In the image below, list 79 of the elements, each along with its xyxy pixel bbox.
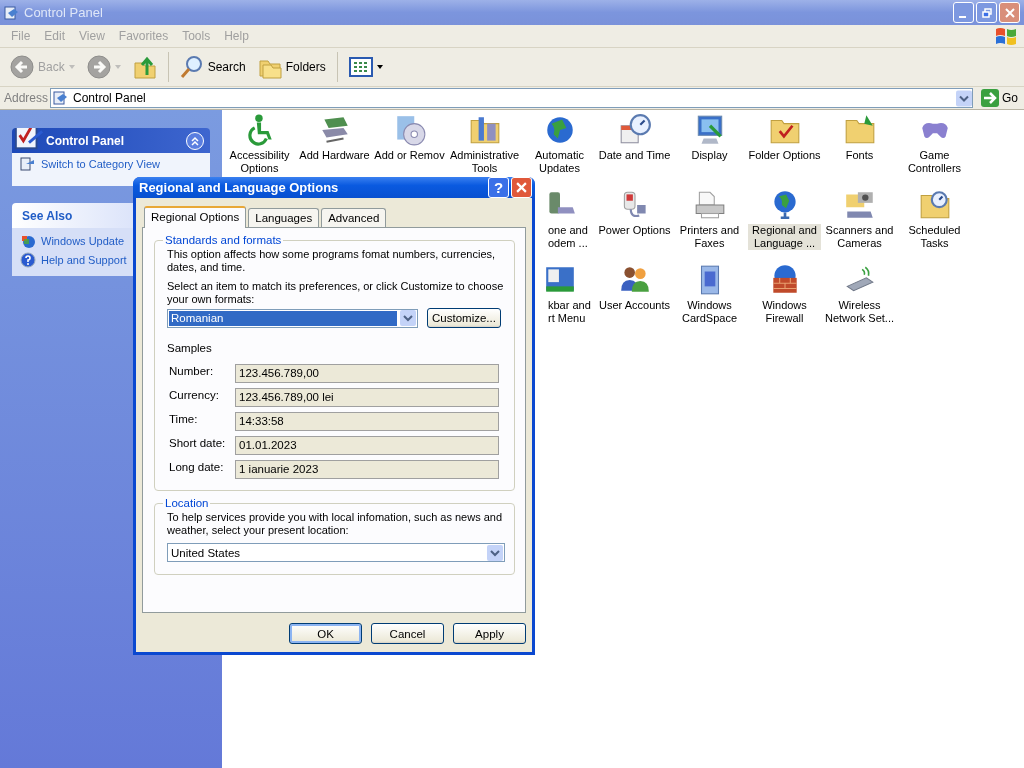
- sample-field: 1 ianuarie 2023: [235, 459, 499, 479]
- item-label[interactable]: Scheduled Tasks: [898, 224, 971, 250]
- location-dropdown[interactable]: United States: [167, 543, 505, 562]
- instruction: Select an item to match its preferences, or click Customize to choose your own formats:: [167, 280, 504, 306]
- close-icon: [1004, 7, 1015, 18]
- maximize-button[interactable]: [976, 2, 997, 23]
- panel-title: See Also: [22, 208, 73, 223]
- item-label[interactable]: Add Hardware: [298, 149, 371, 162]
- chevron-up-icon: [190, 135, 200, 146]
- address-label: Address: [4, 91, 49, 105]
- minimize-button[interactable]: [953, 2, 974, 23]
- item-label[interactable]: Date and Time: [598, 149, 671, 162]
- caret-icon: [114, 65, 121, 69]
- group-title: Location: [164, 497, 210, 509]
- sample-field: 123.456.789,00: [235, 363, 499, 383]
- format-dropdown[interactable]: Romanian: [167, 308, 418, 328]
- dialog-button[interactable]: OK: [289, 623, 362, 644]
- item-label[interactable]: Scanners and Cameras: [823, 224, 896, 250]
- task-link[interactable]: Windows Update: [41, 235, 125, 247]
- customize-button[interactable]: Customize...: [427, 308, 501, 328]
- item-label[interactable]: Automatic Updates: [523, 149, 596, 175]
- task-link[interactable]: Help and Support: [41, 254, 127, 266]
- search-icon: [179, 55, 204, 79]
- item-label[interactable]: Printers and Faxes: [673, 224, 746, 250]
- sample-label: Long date:: [169, 461, 225, 473]
- control-panel-icon: [14, 128, 44, 152]
- minimize-icon: [959, 15, 966, 18]
- samples-label: Samples: [167, 342, 213, 354]
- item-label[interactable]: Game Controllers: [898, 149, 971, 175]
- restore-icon: [981, 7, 992, 18]
- item-label[interactable]: Display: [673, 149, 746, 162]
- item-label[interactable]: Power Options: [598, 224, 671, 237]
- help-icon: [20, 252, 36, 268]
- item-label[interactable]: Windows CardSpace: [673, 299, 746, 325]
- sample-label: Currency:: [169, 389, 220, 401]
- collapse-button[interactable]: [186, 131, 204, 150]
- go-arrow-icon: [981, 89, 999, 107]
- help-button[interactable]: ?: [488, 177, 509, 198]
- item-label[interactable]: Add or Remov: [373, 149, 446, 162]
- close-button[interactable]: [999, 2, 1020, 23]
- item-label[interactable]: Regional and Language ...: [748, 224, 821, 250]
- close-button[interactable]: [511, 177, 532, 198]
- item-label[interactable]: Wireless Network Set...: [823, 299, 896, 325]
- tab[interactable]: Advanced: [321, 208, 387, 227]
- dialog-title: Regional and Language Options: [139, 180, 339, 195]
- search-button[interactable]: Search: [175, 53, 250, 81]
- tab[interactable]: Regional Options: [144, 206, 247, 228]
- sample-label: Time:: [169, 413, 199, 425]
- item-label[interactable]: Windows Firewall: [748, 299, 821, 325]
- dialog-button[interactable]: Apply: [453, 623, 526, 644]
- item-label[interactable]: Folder Options: [748, 149, 821, 162]
- caret-icon: [376, 65, 383, 69]
- sample-field: 14:33:58: [235, 411, 499, 431]
- category-view-icon: [20, 156, 36, 172]
- caret-icon: [68, 65, 75, 69]
- address-field[interactable]: Control Panel: [50, 88, 973, 108]
- group-title: Standards and formats: [164, 234, 283, 246]
- folders-button[interactable]: Folders: [253, 53, 330, 81]
- tab[interactable]: Languages: [248, 208, 320, 227]
- windows-update-icon: [20, 233, 36, 249]
- dialog-button[interactable]: Cancel: [371, 623, 444, 644]
- item-label[interactable]: Administrative Tools: [448, 149, 521, 175]
- views-icon: [348, 55, 373, 79]
- sample-label: Number:: [169, 365, 215, 377]
- item-label[interactable]: Fonts: [823, 149, 896, 162]
- description: This option affects how some programs fomat numbers, currencies, dates, and time.: [167, 248, 497, 274]
- windows-logo-icon: [994, 26, 1018, 46]
- sample-label: Short date:: [169, 437, 227, 449]
- item-label[interactable]: User Accounts: [598, 299, 671, 312]
- panel-title: Control Panel: [46, 133, 124, 148]
- control-panel-icon: [4, 4, 20, 21]
- up-folder-icon: [132, 55, 157, 79]
- sample-field: 01.01.2023: [235, 435, 499, 455]
- go-button[interactable]: Go: [975, 89, 1024, 107]
- window-title: Control Panel: [24, 5, 103, 20]
- item-label[interactable]: Accessibility Options: [223, 149, 296, 175]
- sample-field: 123.456.789,00 lei: [235, 387, 499, 407]
- close-icon: [516, 182, 527, 193]
- description: To help services provide you with local infomation, such as news and weather, select your present location:: [167, 511, 504, 537]
